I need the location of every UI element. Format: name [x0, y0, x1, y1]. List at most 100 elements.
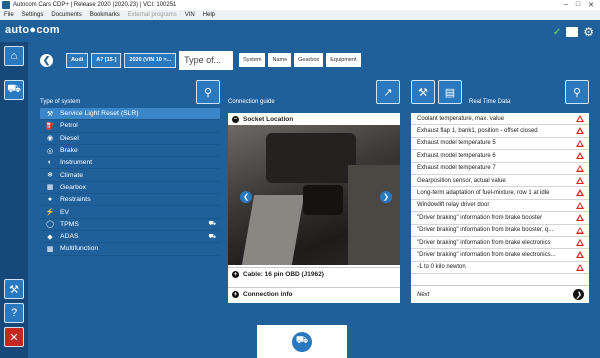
ev-icon: ⚡ [45, 209, 55, 217]
system-row-diesel[interactable]: ◉ Diesel [40, 133, 220, 145]
system-row-multifunction[interactable]: ▩ Multifunction [40, 243, 220, 256]
warning-icon [576, 226, 584, 234]
vehicle-model[interactable]: A7 [15-] [91, 52, 122, 68]
system-label: TPMS [60, 220, 79, 228]
socket-location-header[interactable]: – Socket Location [228, 113, 400, 125]
rtd-row[interactable]: -1 to 0 kilo newton [411, 262, 589, 275]
guide-open-button[interactable]: ↗ [376, 80, 400, 104]
vehicle-button[interactable]: ⛟ [4, 80, 24, 100]
folder-icon[interactable] [566, 27, 579, 37]
search-icon: ⚲ [572, 86, 582, 99]
system-row-instrument[interactable]: ◐ Instrument [40, 157, 220, 170]
vehicle-make[interactable]: Audi [66, 52, 89, 68]
cable-row[interactable]: + Cable: 16 pin OBD (J1962) [228, 267, 400, 281]
system-row-adas[interactable]: ◆ ADAS ⛟ [40, 231, 220, 244]
rtd-header: ⚒ ▤ Real Time Data ⚲ [411, 80, 589, 106]
prev-image-button[interactable]: ❮ [240, 191, 252, 203]
vehicle-scan-button[interactable]: ⛟ [257, 325, 347, 358]
gearbox-icon: ▦ [46, 184, 54, 192]
tab-gearbox[interactable]: Gearbox [294, 53, 324, 67]
vehicle-selection-bar: ❮ Audi A7 [15-] 2020 (VIN 10 =... Type o… [40, 50, 361, 70]
rtd-label: "Driver braking" information from brake … [417, 214, 542, 221]
rtd-row[interactable]: Exhaust flap 1, bank1, position - offset… [411, 125, 589, 138]
system-row-restraints[interactable]: ● Restraints [40, 194, 220, 207]
warning-icon [576, 201, 584, 209]
next-arrow-icon[interactable]: ❯ [573, 289, 584, 300]
system-label: Gearbox [60, 183, 87, 191]
rtd-label: Long-term adaptation of fuel-mixture, ro… [417, 190, 550, 197]
gear-icon[interactable]: ⚙ [583, 25, 594, 39]
cable-label: Cable: 16 pin OBD (J1962) [243, 271, 324, 278]
tab-system[interactable]: System [239, 53, 266, 67]
rtd-row[interactable]: Coolant temperature, max. value [411, 113, 589, 126]
menu-file[interactable]: File [4, 12, 14, 18]
menu-external-programs[interactable]: External programs [128, 12, 177, 18]
home-icon: ⌂ [10, 50, 18, 62]
system-row-brake[interactable]: ◎ Brake [40, 145, 220, 158]
home-button[interactable]: ⌂ [4, 46, 24, 66]
next-label: Next [417, 291, 430, 298]
diesel-icon: ◉ [46, 135, 54, 143]
exit-button[interactable]: ✕ [4, 327, 24, 347]
car-icon: ⛟ [208, 233, 216, 240]
socket-location-label: Socket Location [243, 115, 294, 123]
tools-icon: ⚒ [9, 283, 19, 296]
connection-info-row[interactable]: + Connection info [228, 287, 400, 301]
rtd-next-row[interactable]: Next ❯ [411, 285, 589, 303]
system-label: EV [60, 208, 70, 216]
help-button[interactable]: ? [4, 303, 24, 323]
rtd-row[interactable]: "Driver braking" information from brake … [411, 225, 589, 237]
rtd-row[interactable]: Exhaust model temperature 5 [411, 138, 589, 151]
rtd-row[interactable]: Gearposition sensor, actual value [411, 175, 589, 188]
system-row-gearbox[interactable]: ▦ Gearbox [40, 182, 220, 195]
rtd-row[interactable]: "Driver braking" information from brake … [411, 212, 589, 225]
next-image-button[interactable]: ❯ [380, 191, 392, 203]
system-row-climate[interactable]: ❄ Climate [40, 169, 220, 182]
rtd-label: Coolant temperature, max. value [417, 115, 505, 122]
close-icon: ✕ [9, 331, 19, 344]
car-icon: ⛟ [7, 83, 21, 95]
warning-icon [576, 251, 584, 259]
tab-name[interactable]: Name [268, 53, 292, 67]
guide-title: Connection guide [228, 99, 275, 105]
rtd-row[interactable]: Exhaust model temperature 7 [411, 163, 589, 175]
tab-equipment[interactable]: Equipment [326, 53, 361, 67]
rtd-document-button[interactable]: ▤ [438, 80, 462, 104]
system-row-slr[interactable]: ⚒ Service Light Reset (SLR) [40, 108, 220, 121]
guide-header: Connection guide ↗ [228, 80, 400, 106]
rtd-row[interactable]: "Driver braking" information from brake … [411, 237, 589, 250]
tpms-icon: ◯ [46, 221, 54, 229]
system-label: Restraints [60, 196, 91, 204]
rtd-tools-button[interactable]: ⚒ [411, 80, 435, 104]
vehicle-year[interactable]: 2020 (VIN 10 =... [124, 52, 177, 68]
connection-info-label: Connection info [243, 291, 293, 298]
rtd-label: "Driver braking" information from brake … [417, 239, 551, 246]
close-icon[interactable]: ✕ [588, 1, 594, 9]
back-button[interactable]: ❮ [40, 53, 53, 67]
system-row-petrol[interactable]: ⛽ Petrol [40, 120, 220, 133]
system-row-ev[interactable]: ⚡ EV [40, 206, 220, 219]
rtd-row[interactable]: "Driver braking" information from brake … [411, 249, 589, 262]
rtd-row[interactable]: Windowlift relay driver door [411, 200, 589, 213]
rtd-row[interactable]: Exhaust model temperature 6 [411, 150, 589, 163]
system-row-tpms[interactable]: ◯ TPMS ⛟ [40, 219, 220, 231]
menu-bookmarks[interactable]: Bookmarks [90, 12, 120, 18]
expand-icon: + [232, 291, 239, 298]
minimize-icon[interactable]: – [564, 1, 568, 9]
diagnostics-button[interactable]: ⚒ [4, 279, 24, 299]
warning-icon [576, 189, 584, 197]
warning-icon [576, 238, 584, 246]
real-time-data-panel: Coolant temperature, max. value Exhaust … [411, 113, 589, 303]
systems-search-button[interactable]: ⚲ [196, 80, 220, 104]
menu-settings[interactable]: Settings [22, 12, 44, 18]
menu-documents[interactable]: Documents [51, 12, 81, 18]
menu-help[interactable]: Help [203, 12, 215, 18]
maximize-icon[interactable]: □ [576, 1, 580, 9]
type-of-field[interactable]: Type of... [179, 50, 234, 70]
instrument-icon: ◐ [47, 159, 53, 167]
menu-vin[interactable]: VIN [185, 12, 195, 18]
system-label: Multifunction [60, 245, 99, 253]
rtd-row[interactable]: Long-term adaptation of fuel-mixture, ro… [411, 187, 589, 200]
collapse-icon: – [232, 115, 239, 123]
rtd-search-button[interactable]: ⚲ [565, 80, 589, 104]
